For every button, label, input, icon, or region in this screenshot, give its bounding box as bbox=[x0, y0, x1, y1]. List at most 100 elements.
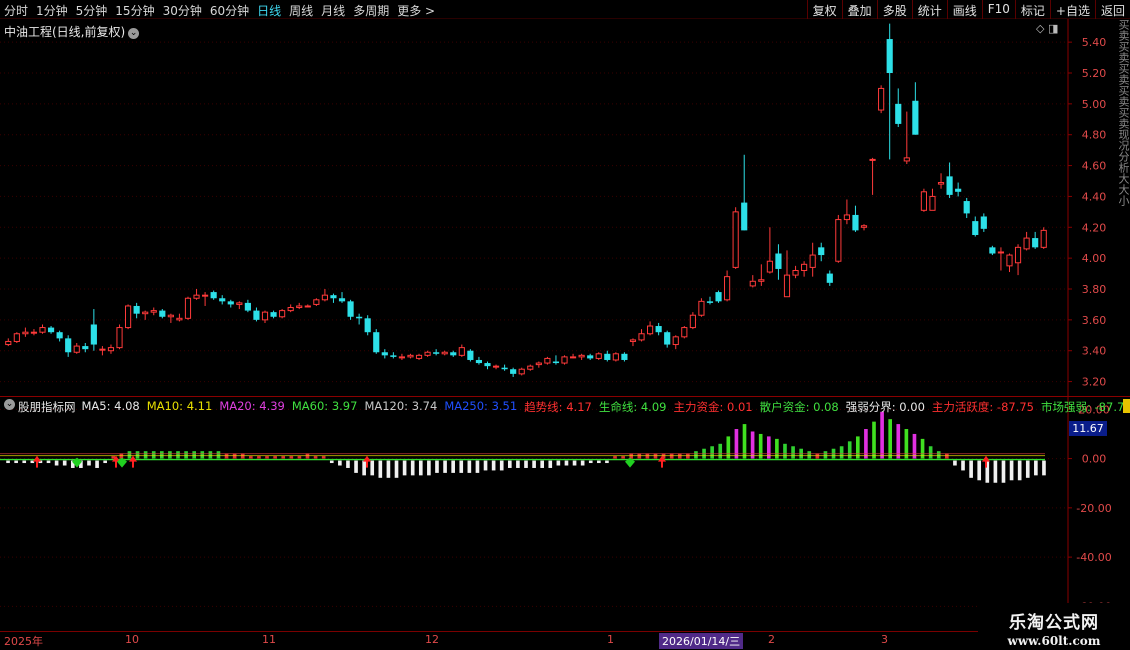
candle bbox=[749, 275, 756, 288]
chart-controls[interactable]: ◇ ◨ bbox=[1036, 22, 1058, 35]
period-tab[interactable]: 周线 bbox=[285, 0, 317, 19]
indicator-bar bbox=[257, 456, 261, 459]
chevron-down-icon[interactable]: ⌄ bbox=[128, 28, 140, 39]
indicator-bar bbox=[313, 456, 318, 459]
candle bbox=[475, 356, 483, 365]
candle bbox=[544, 356, 551, 365]
candle bbox=[672, 335, 679, 350]
candle bbox=[133, 302, 140, 319]
candle bbox=[82, 343, 89, 353]
candle bbox=[407, 353, 414, 359]
indicator-bar bbox=[823, 451, 828, 459]
legend-item: MA20: 4.39 bbox=[219, 399, 285, 413]
candle bbox=[450, 350, 457, 357]
candle-body bbox=[253, 310, 260, 320]
price-tick-label: 5.40 bbox=[1082, 36, 1107, 49]
candle bbox=[929, 188, 936, 211]
legend-item: 主力活跃度: -87.75 bbox=[931, 400, 1034, 414]
candle bbox=[13, 332, 20, 343]
stock-title: 中油工程(日线,前复权) ⌄ bbox=[4, 23, 140, 40]
candle bbox=[706, 296, 714, 305]
candle bbox=[415, 353, 423, 360]
indicator-bar bbox=[540, 460, 545, 468]
period-tab[interactable]: 更多 > bbox=[393, 0, 439, 19]
tool-button[interactable]: 标记 bbox=[1014, 0, 1050, 19]
candle bbox=[296, 302, 303, 310]
candle-body bbox=[142, 311, 149, 315]
indicator-bar bbox=[677, 453, 682, 459]
period-tab[interactable]: 分时 bbox=[0, 0, 32, 19]
candle bbox=[441, 350, 448, 356]
period-tab[interactable]: 5分钟 bbox=[72, 0, 112, 19]
candle-body bbox=[193, 294, 200, 299]
watermark: 乐淘公式网 www.60lt.com bbox=[978, 603, 1130, 650]
indicator-chart[interactable]: 20.000.00-20.00-40.00-60.00 bbox=[0, 397, 1130, 631]
price-chart-panel[interactable]: 5.40 5.20 5.00 4.80 4.60 4.40 4.20 4.00 3.80 3.60… bbox=[0, 19, 1130, 397]
tool-button[interactable]: 多股 bbox=[876, 0, 912, 19]
candle-body bbox=[407, 354, 414, 358]
tool-button[interactable]: 叠加 bbox=[841, 0, 877, 19]
indicator-bar bbox=[953, 460, 957, 466]
candle-body bbox=[133, 305, 140, 314]
candlestick-chart[interactable]: 5.40 5.20 5.00 4.80 4.60 4.40 4.20 4.00 3.80 3.60… bbox=[0, 19, 1130, 397]
legend-item: 趋势线: 4.17 bbox=[524, 400, 592, 414]
candle-body bbox=[569, 356, 577, 359]
candle-body bbox=[869, 158, 876, 161]
indicator-bar bbox=[1001, 460, 1006, 483]
candle-body bbox=[347, 301, 354, 317]
side-panel-strip[interactable]: 买卖买卖买卖买卖买卖现况分析大大小 bbox=[1119, 19, 1130, 397]
indicator-bar bbox=[993, 460, 998, 483]
period-tab[interactable]: 日线 bbox=[253, 0, 285, 19]
candle-body bbox=[878, 87, 885, 111]
indicator-bar bbox=[232, 453, 237, 459]
indicator-name[interactable]: 股朋指标网 bbox=[18, 399, 76, 414]
candle bbox=[792, 265, 799, 279]
candle bbox=[159, 309, 166, 319]
legend-item: 强弱分界: 0.00 bbox=[845, 400, 925, 414]
candle bbox=[826, 270, 833, 286]
tool-button[interactable]: +自选 bbox=[1049, 0, 1095, 19]
indicator-bar bbox=[95, 460, 99, 468]
period-tab[interactable]: 30分钟 bbox=[159, 0, 206, 19]
candle-body bbox=[381, 352, 388, 356]
price-tick-label: 3.20 bbox=[1082, 376, 1107, 389]
indicator-bar bbox=[945, 453, 949, 459]
candle bbox=[1040, 227, 1047, 249]
candle-body bbox=[356, 316, 363, 319]
candle-body bbox=[604, 353, 611, 360]
tool-button[interactable]: 画线 bbox=[946, 0, 982, 19]
period-tab[interactable]: 1分钟 bbox=[32, 0, 72, 19]
tool-button[interactable]: F10 bbox=[981, 0, 1015, 19]
indicator-bar bbox=[580, 460, 585, 466]
tool-button[interactable]: 复权 bbox=[806, 0, 842, 19]
indicator-panel[interactable]: 20.000.00-20.00-40.00-60.00 bbox=[0, 397, 1130, 631]
candle-body bbox=[527, 365, 534, 370]
price-tick-label: 3.80 bbox=[1082, 283, 1107, 296]
tool-button[interactable]: 统计 bbox=[911, 0, 947, 19]
candle-body bbox=[458, 347, 465, 356]
period-tab[interactable]: 多周期 bbox=[349, 0, 393, 19]
candle bbox=[561, 355, 568, 365]
indicator-bar bbox=[969, 460, 973, 478]
period-tab[interactable]: 月线 bbox=[317, 0, 349, 19]
indicator-bar bbox=[524, 460, 528, 468]
legend-item: MA60: 3.97 bbox=[291, 399, 358, 413]
candle-body bbox=[647, 325, 654, 335]
candle bbox=[878, 85, 885, 114]
chevron-down-icon[interactable]: ⌄ bbox=[4, 399, 15, 410]
tool-button[interactable]: 返回 bbox=[1094, 0, 1130, 19]
candle bbox=[569, 353, 577, 359]
indicator-bar bbox=[977, 460, 982, 481]
candle-body bbox=[390, 355, 397, 357]
watermark-title: 乐淘公式网 bbox=[1009, 613, 1099, 633]
period-tab[interactable]: 15分钟 bbox=[111, 0, 158, 19]
candle-body bbox=[433, 352, 440, 354]
period-tab[interactable]: 60分钟 bbox=[206, 0, 253, 19]
candle bbox=[65, 335, 72, 357]
indicator-bar bbox=[22, 460, 27, 464]
candle-body bbox=[13, 333, 20, 342]
candle bbox=[330, 293, 337, 303]
indicator-bar bbox=[1009, 460, 1014, 481]
candle-body bbox=[116, 327, 123, 349]
candle bbox=[903, 111, 910, 165]
